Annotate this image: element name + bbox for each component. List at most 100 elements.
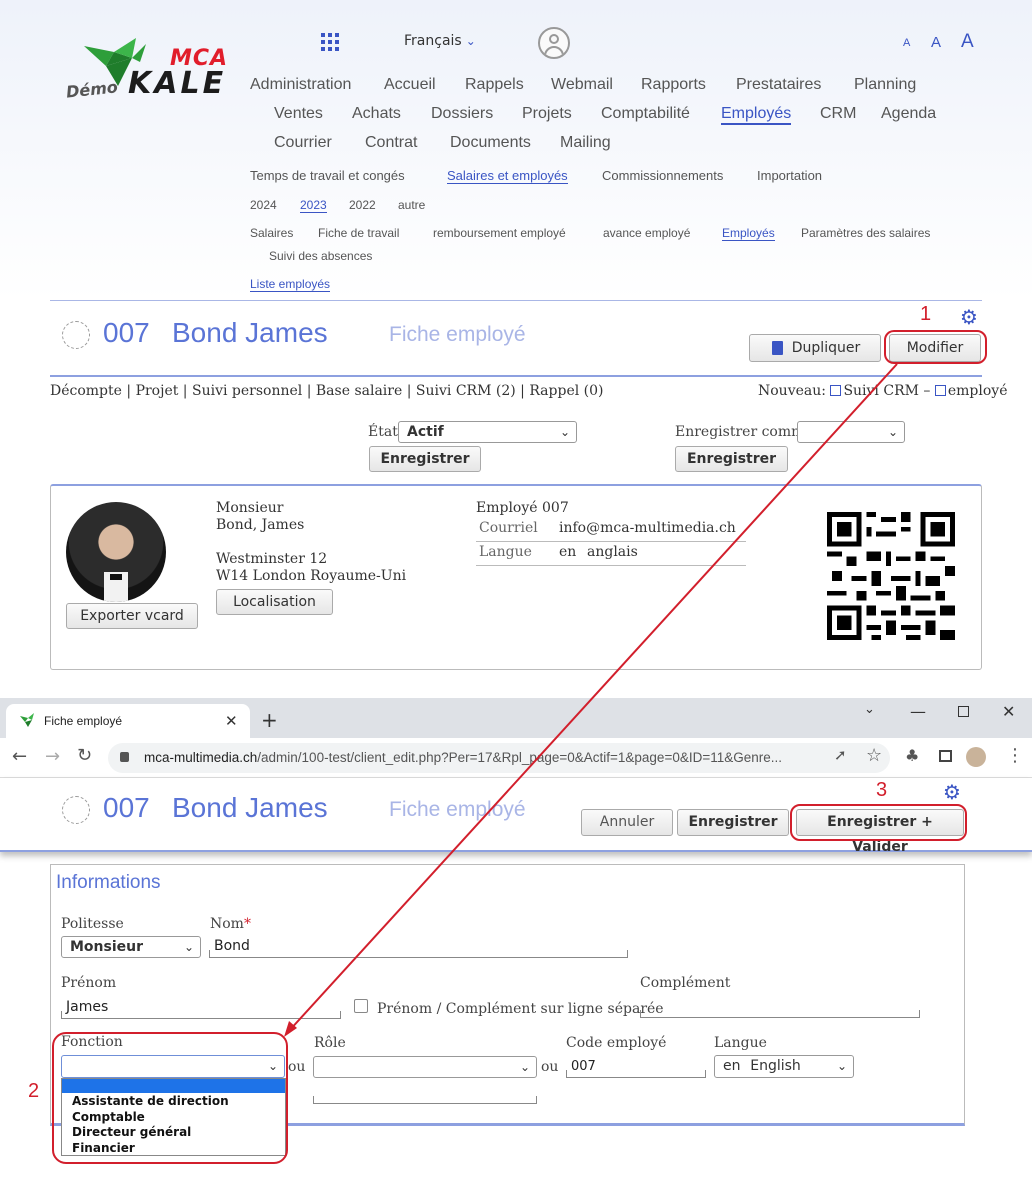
apps-grid-icon[interactable] xyxy=(321,33,339,51)
export-vcard-button[interactable]: Exporter vcard xyxy=(66,603,198,629)
font-size-large-button[interactable]: A xyxy=(961,31,974,53)
subnav-temps-travail[interactable]: Temps de travail et congés xyxy=(250,168,405,183)
maximize-icon[interactable] xyxy=(958,706,969,717)
duplicate-button[interactable]: Dupliquer xyxy=(749,334,881,362)
email-value[interactable]: info@mca-multimedia.ch xyxy=(559,520,736,536)
subnav-employes[interactable]: Employés xyxy=(722,226,775,241)
gear-icon[interactable]: ⚙ xyxy=(960,305,978,329)
code-input-border xyxy=(566,1070,706,1078)
nav-comptabilite[interactable]: Comptabilité xyxy=(601,105,690,123)
chevron-down-icon: ⌄ xyxy=(559,425,570,439)
font-size-medium-button[interactable]: A xyxy=(931,34,941,51)
state-value: Actif xyxy=(407,424,444,440)
subnav-commissionnements[interactable]: Commissionnements xyxy=(602,168,723,183)
cancel-button[interactable]: Annuler xyxy=(581,809,673,836)
save-as-select[interactable]: ⌄ xyxy=(797,421,905,443)
nav-crm[interactable]: CRM xyxy=(820,105,856,123)
link-suivi-personnel[interactable]: Suivi personnel xyxy=(192,383,302,399)
nav-rappels[interactable]: Rappels xyxy=(465,76,524,94)
edit-record-name: Bond James xyxy=(172,792,328,823)
nav-contrat[interactable]: Contrat xyxy=(365,134,417,152)
nav-prestataires[interactable]: Prestataires xyxy=(736,76,821,94)
subnav-avance[interactable]: avance employé xyxy=(603,226,690,240)
profile-avatar-icon[interactable] xyxy=(966,747,986,767)
link-decompte[interactable]: Décompte xyxy=(50,383,122,399)
subnav-liste-employes[interactable]: Liste employés xyxy=(250,277,331,292)
forward-icon[interactable]: → xyxy=(45,746,60,767)
font-size-small-button[interactable]: A xyxy=(903,37,910,49)
subnav-parametres-salaires[interactable]: Paramètres des salaires xyxy=(801,226,930,240)
annotation-box-1 xyxy=(884,330,987,364)
year-2022[interactable]: 2022 xyxy=(349,198,376,212)
external-link-icon xyxy=(830,385,842,396)
nav-projets[interactable]: Projets xyxy=(522,105,572,123)
save-button[interactable]: Enregistrer xyxy=(369,446,481,472)
back-icon[interactable]: ← xyxy=(12,746,27,767)
subnav-fiche-travail[interactable]: Fiche de travail xyxy=(318,226,399,240)
link-base-salaire[interactable]: Base salaire xyxy=(316,383,402,399)
tab-search-icon[interactable]: ⌄ xyxy=(864,702,875,717)
new-employee-link[interactable]: employé xyxy=(948,383,1008,399)
card-address2: W14 London Royaume-Uni xyxy=(216,568,407,584)
nav-documents[interactable]: Documents xyxy=(450,134,531,152)
chevron-down-icon: ⌄ xyxy=(836,1059,847,1073)
year-autre[interactable]: autre xyxy=(398,198,425,212)
link-rappel[interactable]: Rappel (0) xyxy=(529,383,603,399)
user-avatar-icon[interactable] xyxy=(538,27,570,59)
annotation-box-3 xyxy=(790,804,967,841)
year-2023[interactable]: 2023 xyxy=(300,198,327,213)
subnav-salaires[interactable]: Salaires xyxy=(250,226,293,240)
save-as-label: Enregistrer comme xyxy=(675,424,813,440)
share-icon[interactable]: ➚ xyxy=(834,746,847,764)
new-tab-icon[interactable]: + xyxy=(261,708,278,732)
tab-favicon-icon xyxy=(20,713,34,727)
language-select[interactable]: Français ⌄ xyxy=(404,33,476,49)
nav-ventes[interactable]: Ventes xyxy=(274,105,323,123)
email-label: Courriel xyxy=(479,520,538,536)
subnav-salaires-employes[interactable]: Salaires et employés xyxy=(447,168,568,184)
year-2024[interactable]: 2024 xyxy=(250,198,277,212)
section-title: Informations xyxy=(56,872,161,893)
nav-dossiers[interactable]: Dossiers xyxy=(431,105,493,123)
save-button[interactable]: Enregistrer xyxy=(677,809,789,836)
separate-line-checkbox[interactable] xyxy=(354,999,368,1013)
logo-kale: KALE xyxy=(128,66,227,101)
browser-tab[interactable] xyxy=(6,704,250,738)
localisation-button[interactable]: Localisation xyxy=(216,589,333,615)
close-window-icon[interactable]: ✕ xyxy=(1002,702,1015,721)
minimize-icon[interactable]: — xyxy=(910,702,926,721)
new-suivi-crm-link[interactable]: Suivi CRM xyxy=(843,383,919,399)
politesse-select[interactable]: Monsieur ⌄ xyxy=(61,936,201,958)
gear-icon[interactable]: ⚙ xyxy=(943,780,961,804)
reload-icon[interactable]: ↻ xyxy=(77,745,92,766)
nav-webmail[interactable]: Webmail xyxy=(551,76,613,94)
nav-courrier[interactable]: Courrier xyxy=(274,134,332,152)
browser-menu-icon[interactable]: ⋮ xyxy=(1006,745,1024,766)
subnav-importation[interactable]: Importation xyxy=(757,168,822,183)
nav-agenda[interactable]: Agenda xyxy=(881,105,936,123)
role-select[interactable]: ⌄ xyxy=(313,1056,537,1078)
select-circle[interactable] xyxy=(62,796,90,824)
close-tab-icon[interactable]: ✕ xyxy=(225,712,238,730)
nav-achats[interactable]: Achats xyxy=(352,105,401,123)
nav-mailing[interactable]: Mailing xyxy=(560,134,611,152)
nav-planning[interactable]: Planning xyxy=(854,76,916,94)
subnav-suivi-absences[interactable]: Suivi des absences xyxy=(269,249,372,263)
langue-code: en xyxy=(723,1058,741,1074)
state-select[interactable]: Actif ⌄ xyxy=(398,421,577,443)
divider xyxy=(50,375,982,377)
bookmark-star-icon[interactable]: ☆ xyxy=(866,745,882,766)
extensions-icon[interactable]: ♣ xyxy=(905,746,919,765)
select-circle[interactable] xyxy=(62,321,90,349)
langue-select[interactable]: en English ⌄ xyxy=(714,1055,854,1078)
link-projet[interactable]: Projet xyxy=(136,383,179,399)
side-panel-icon[interactable] xyxy=(939,750,952,762)
nav-rapports[interactable]: Rapports xyxy=(641,76,706,94)
nav-administration[interactable]: Administration xyxy=(250,76,351,94)
save-as-button[interactable]: Enregistrer xyxy=(675,446,788,472)
subnav-remboursement[interactable]: remboursement employé xyxy=(433,226,566,240)
link-suivi-crm[interactable]: Suivi CRM (2) xyxy=(416,383,516,399)
nav-employes[interactable]: Employés xyxy=(721,105,792,125)
nav-accueil[interactable]: Accueil xyxy=(384,76,436,94)
role-extra-input[interactable] xyxy=(313,1096,537,1104)
